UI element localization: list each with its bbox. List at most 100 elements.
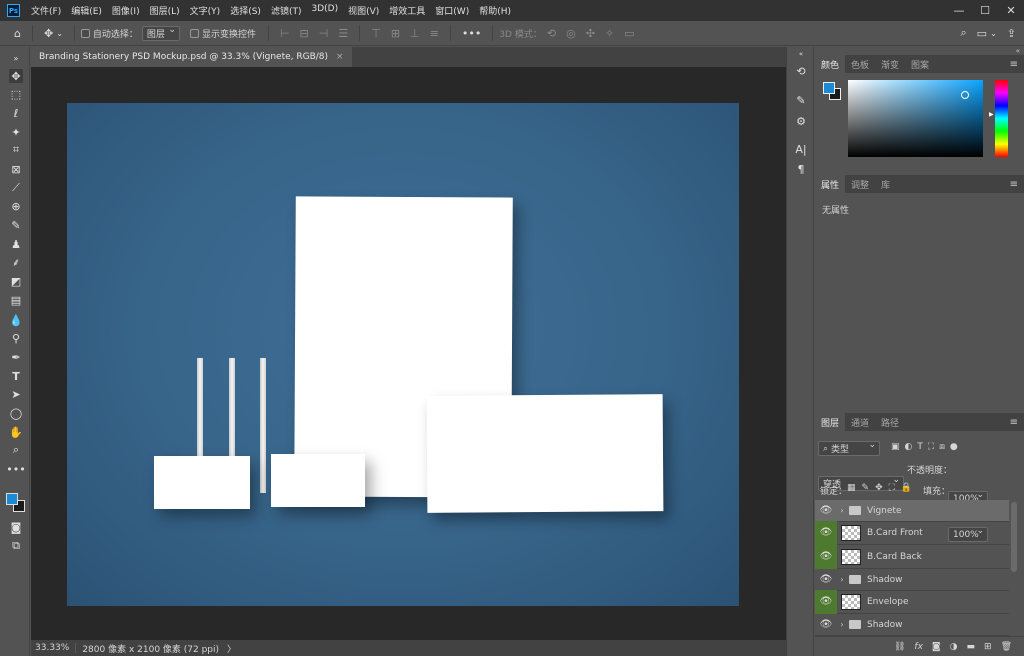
layer-kind-filter[interactable]: ⌕ 类型 <box>818 440 880 456</box>
menu-item[interactable]: 滤镜(T) <box>266 4 307 17</box>
history-panel-icon[interactable]: ⟲ <box>794 64 808 78</box>
fx-icon[interactable]: fx <box>914 642 923 652</box>
menu-item[interactable]: 增效工具 <box>384 4 430 17</box>
move-tool-preset-icon[interactable]: ✥ ⌄ <box>44 27 63 40</box>
magic-wand-icon[interactable]: ✦ <box>9 125 23 139</box>
menu-item[interactable]: 图层(L) <box>145 4 185 17</box>
slide-3d-icon[interactable]: ✧ <box>605 27 614 40</box>
image-filter-icon[interactable]: ▣ <box>891 442 900 452</box>
menu-item[interactable]: 帮助(H) <box>474 4 516 17</box>
panel-menu-icon[interactable]: ≡ <box>1010 59 1018 70</box>
menu-item[interactable]: 视图(V) <box>343 4 384 17</box>
foreground-color-swatch[interactable] <box>6 493 18 505</box>
workspace-icon[interactable]: ▭ ⌄ <box>977 27 997 40</box>
expand-chevron-icon[interactable]: › <box>837 506 847 515</box>
eraser-icon[interactable]: ◩ <box>9 274 23 288</box>
align-middle-icon[interactable]: ⊞ <box>391 27 400 40</box>
tab-libraries[interactable]: 库 <box>875 175 896 193</box>
move-icon[interactable]: ✥ <box>9 69 23 83</box>
foreground-color-swatch[interactable] <box>823 82 835 94</box>
adjustments-icon[interactable]: ⚙ <box>794 114 808 128</box>
layer-row-vignete[interactable]: 👁 › Vignete <box>815 500 1009 522</box>
align-right-icon[interactable]: ⊣ <box>319 27 329 40</box>
type-icon[interactable]: T <box>9 369 23 383</box>
lock-artboard-icon[interactable]: ⛶ <box>889 483 895 493</box>
visibility-eye-icon[interactable]: 👁 <box>815 500 837 522</box>
auto-select-dropdown[interactable]: 图层 <box>141 25 180 41</box>
brush-icon[interactable]: ✎ <box>9 218 23 232</box>
layer-row-bcard-front[interactable]: 👁 B.Card Front <box>815 520 1009 545</box>
distribute-icon[interactable]: ☰ <box>338 27 348 40</box>
tab-patterns[interactable]: 图案 <box>905 55 935 73</box>
search-icon[interactable]: ⌕ <box>961 26 967 40</box>
pan-3d-icon[interactable]: ✣ <box>586 27 595 40</box>
new-adjustment-icon[interactable]: ◑ <box>950 642 958 652</box>
eyedropper-icon[interactable]: ⟋ <box>9 181 23 195</box>
tab-gradients[interactable]: 渐变 <box>875 55 905 73</box>
align-bottom-icon[interactable]: ⊥ <box>410 27 420 40</box>
minimize-button[interactable]: — <box>946 4 972 17</box>
layer-row-shadow[interactable]: 👁 › Shadow <box>815 614 1009 636</box>
hand-icon[interactable]: ✋ <box>9 425 23 439</box>
show-transform-checkbox[interactable] <box>189 28 199 38</box>
filter-toggle-icon[interactable]: ● <box>950 442 958 452</box>
share-icon[interactable]: ⇪ <box>1007 27 1016 40</box>
zoom-level[interactable]: 33.33% <box>35 643 77 653</box>
expand-chevron-icon[interactable]: › <box>837 620 847 629</box>
visibility-eye-icon[interactable]: 👁 <box>815 589 837 614</box>
smart-object-filter-icon[interactable]: ⧈ <box>939 442 945 452</box>
healing-icon[interactable]: ⊕ <box>9 199 23 213</box>
zoom-icon[interactable]: ⌕ <box>9 443 23 457</box>
visibility-eye-icon[interactable]: 👁 <box>815 544 837 569</box>
auto-select-checkbox[interactable] <box>80 28 90 38</box>
tab-adjustments[interactable]: 调整 <box>845 175 875 193</box>
document-tab[interactable]: Branding Stationery PSD Mockup.psd @ 33.… <box>31 47 352 67</box>
status-menu-arrow[interactable]: 〉 <box>227 642 236 655</box>
shape-filter-icon[interactable]: ⛶ <box>928 442 934 452</box>
paragraph-panel-icon[interactable]: ¶ <box>794 162 808 176</box>
panel-collapse-icon[interactable]: « <box>815 47 1024 55</box>
character-panel-icon[interactable]: A| <box>794 142 808 156</box>
menu-item[interactable]: 编辑(E) <box>66 4 107 17</box>
type-filter-icon[interactable]: T <box>917 442 923 452</box>
blur-icon[interactable]: 💧 <box>9 313 23 327</box>
expand-chevron-icon[interactable]: › <box>837 575 847 584</box>
menu-item[interactable]: 3D(D) <box>306 4 343 17</box>
lasso-icon[interactable]: ℓ <box>9 106 23 120</box>
close-tab-icon[interactable]: × <box>336 52 344 62</box>
align-left-icon[interactable]: ⊢ <box>280 27 290 40</box>
link-layers-icon[interactable]: ⛓ <box>894 642 905 652</box>
align-top-icon[interactable]: ⊤ <box>371 27 381 40</box>
menu-item[interactable]: 图像(I) <box>107 4 145 17</box>
tab-layers[interactable]: 图层 <box>815 413 846 431</box>
layer-row-envelope[interactable]: 👁 Envelope <box>815 589 1009 614</box>
visibility-eye-icon[interactable]: 👁 <box>815 520 837 545</box>
edit-toolbar-icon[interactable]: ••• <box>6 462 25 476</box>
hue-slider[interactable] <box>995 80 1008 157</box>
tab-swatches[interactable]: 色板 <box>845 55 875 73</box>
lock-position-icon[interactable]: ✥ <box>875 483 883 493</box>
panel-menu-icon[interactable]: ≡ <box>1010 417 1018 428</box>
menu-item[interactable]: 选择(S) <box>225 4 266 17</box>
delete-layer-icon[interactable]: 🗑 <box>1001 642 1012 652</box>
tab-properties[interactable]: 属性 <box>815 175 846 193</box>
color-field[interactable] <box>848 80 983 157</box>
orbit-3d-icon[interactable]: ⟲ <box>547 27 556 40</box>
ellipse-icon[interactable]: ◯ <box>9 406 23 420</box>
close-button[interactable]: ✕ <box>998 4 1024 17</box>
new-layer-icon[interactable]: ⊞ <box>984 642 992 652</box>
visibility-eye-icon[interactable]: 👁 <box>815 614 837 636</box>
layers-scrollbar[interactable] <box>1011 502 1017 572</box>
layer-row-shadow[interactable]: 👁 › Shadow <box>815 569 1009 591</box>
lock-all-icon[interactable]: 🔒 <box>901 483 912 493</box>
crop-icon[interactable]: ⌗ <box>9 143 23 157</box>
document-canvas[interactable] <box>67 103 739 606</box>
menu-item[interactable]: 文字(Y) <box>185 4 226 17</box>
gradient-icon[interactable]: ▤ <box>9 293 23 307</box>
path-select-icon[interactable]: ➤ <box>9 387 23 401</box>
quick-mask-icon[interactable]: ◙ <box>9 520 23 534</box>
pen-icon[interactable]: ✒ <box>9 350 23 364</box>
dock-collapse-icon[interactable]: « <box>794 47 808 61</box>
distribute-vertical-icon[interactable]: ≡ <box>430 27 439 40</box>
tab-channels[interactable]: 通道 <box>845 413 875 431</box>
